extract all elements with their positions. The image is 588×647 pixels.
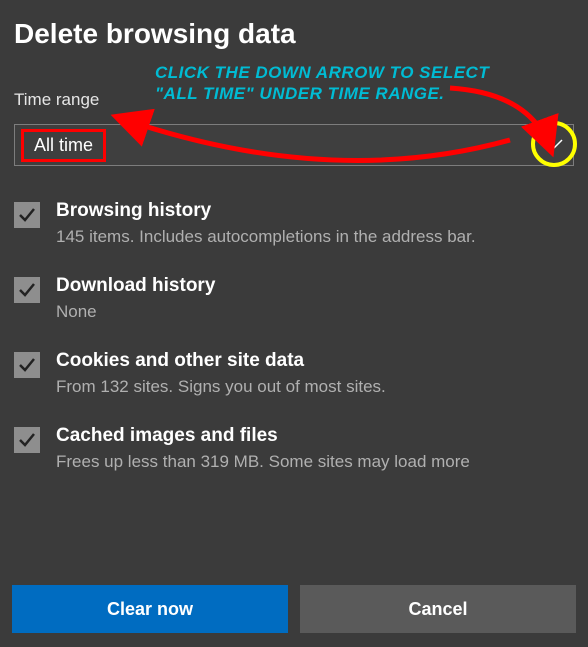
list-item: Cookies and other site data From 132 sit… bbox=[14, 350, 574, 399]
item-title: Download history bbox=[56, 275, 574, 297]
item-title: Browsing history bbox=[56, 200, 574, 222]
time-range-label: Time range bbox=[14, 90, 574, 110]
dialog-buttons: Clear now Cancel bbox=[12, 573, 576, 647]
checkbox-cached-files[interactable] bbox=[14, 427, 40, 453]
clear-now-button[interactable]: Clear now bbox=[12, 585, 288, 633]
time-range-value: All time bbox=[21, 129, 106, 162]
dialog-title: Delete browsing data bbox=[14, 18, 574, 50]
checkbox-cookies[interactable] bbox=[14, 352, 40, 378]
list-item: Cached images and files Frees up less th… bbox=[14, 425, 574, 474]
annotation-circle bbox=[531, 121, 577, 167]
delete-browsing-data-dialog: Delete browsing data Time range All time… bbox=[0, 0, 588, 647]
chevron-down-icon[interactable] bbox=[545, 138, 563, 150]
list-item: Browsing history 145 items. Includes aut… bbox=[14, 200, 574, 249]
time-range-dropdown[interactable]: All time bbox=[14, 124, 574, 166]
list-item: Download history None bbox=[14, 275, 574, 324]
item-description: None bbox=[56, 301, 574, 324]
item-description: Frees up less than 319 MB. Some sites ma… bbox=[56, 451, 574, 474]
checkbox-download-history[interactable] bbox=[14, 277, 40, 303]
data-types-list: Browsing history 145 items. Includes aut… bbox=[14, 200, 574, 573]
item-description: 145 items. Includes autocompletions in t… bbox=[56, 226, 574, 249]
item-title: Cached images and files bbox=[56, 425, 574, 447]
item-description: From 132 sites. Signs you out of most si… bbox=[56, 376, 574, 399]
checkmark-icon bbox=[17, 355, 37, 375]
cancel-button[interactable]: Cancel bbox=[300, 585, 576, 633]
checkmark-icon bbox=[17, 205, 37, 225]
item-title: Cookies and other site data bbox=[56, 350, 574, 372]
checkmark-icon bbox=[17, 280, 37, 300]
checkbox-browsing-history[interactable] bbox=[14, 202, 40, 228]
checkmark-icon bbox=[17, 430, 37, 450]
